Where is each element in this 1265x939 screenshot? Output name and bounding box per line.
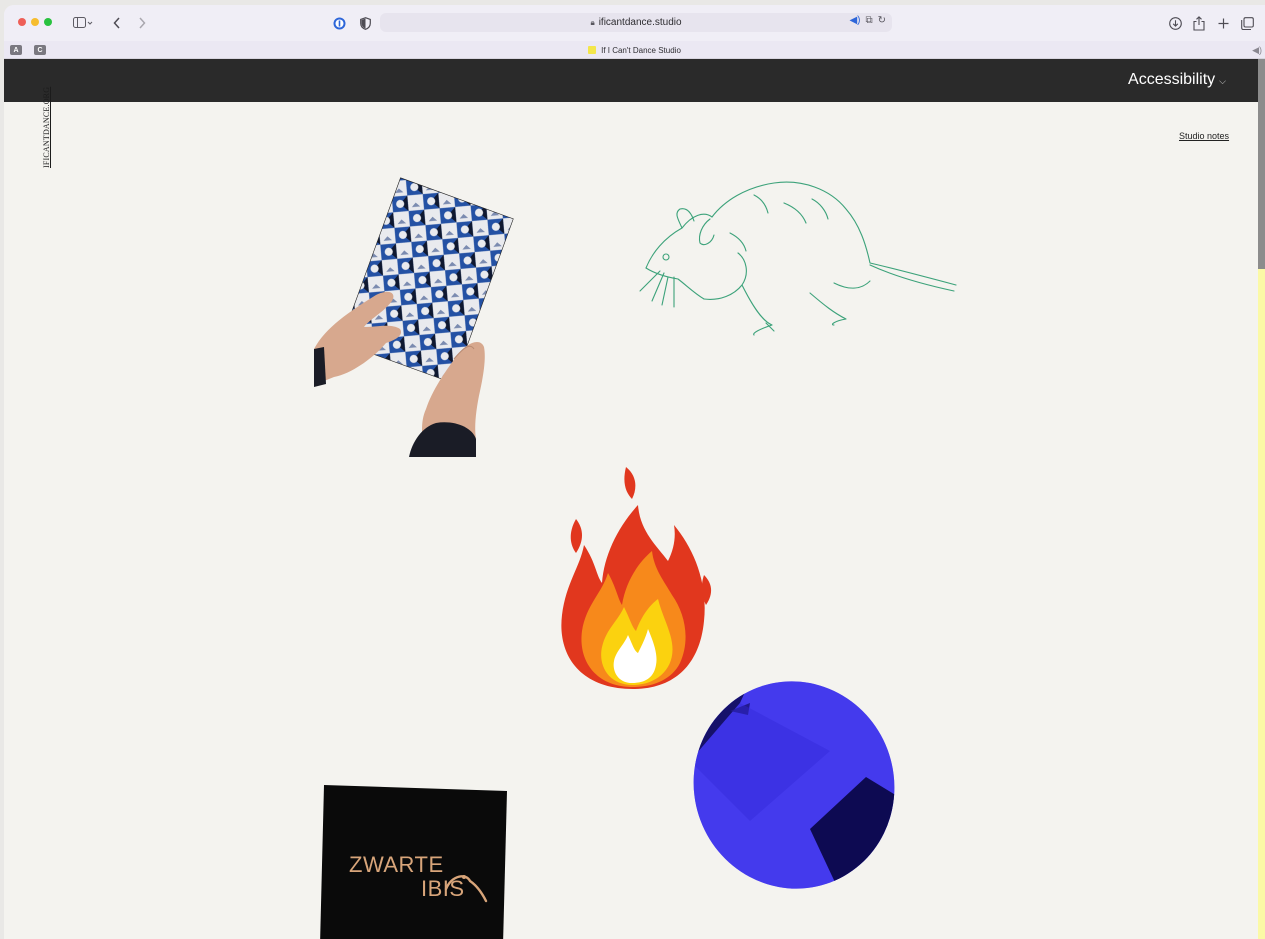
audio-icon[interactable]: ◀︎) <box>849 15 860 26</box>
rat-drawing-image[interactable] <box>634 173 964 338</box>
chevron-down-icon: ⌵ <box>1219 76 1226 86</box>
zoom-window-button[interactable] <box>44 18 52 26</box>
scrollbar-thumb[interactable] <box>1258 59 1265 269</box>
tab-active[interactable]: If I Can't Dance Studio <box>4 41 1265 59</box>
browser-window: 🔒︎ ificantdance.studio ◀︎) ⧉ ↻ A C If I … <box>4 5 1265 939</box>
blue-disc-image[interactable] <box>690 681 902 893</box>
plus-icon[interactable] <box>1215 13 1231 33</box>
sidebar-icon[interactable] <box>70 13 96 33</box>
speaker-icon[interactable]: ◀︎) <box>1252 45 1262 56</box>
tabs-overview-icon[interactable] <box>1239 13 1255 33</box>
close-window-button[interactable] <box>18 18 26 26</box>
logo-line-2: IBIS <box>421 876 465 901</box>
site-header: Accessibility ⌵ <box>4 59 1258 102</box>
minimize-window-button[interactable] <box>31 18 39 26</box>
accessibility-label: Accessibility <box>1128 71 1216 88</box>
share-icon[interactable] <box>1191 13 1207 33</box>
lock-icon: 🔒︎ <box>590 17 595 27</box>
reload-icon[interactable]: ↻ <box>878 15 886 26</box>
site-link-vertical[interactable]: IFICANTDANCE.ORG <box>42 87 51 168</box>
fire-image[interactable] <box>552 465 714 691</box>
logo-line-1: ZWARTE <box>349 852 444 877</box>
forward-icon[interactable] <box>135 13 149 33</box>
accessibility-menu[interactable]: Accessibility ⌵ <box>1128 71 1226 89</box>
shield-icon[interactable] <box>357 13 373 33</box>
book-in-hands-image[interactable] <box>304 177 524 457</box>
download-icon[interactable] <box>1167 13 1183 33</box>
back-icon[interactable] <box>110 13 124 33</box>
address-bar[interactable]: 🔒︎ ificantdance.studio ◀︎) ⧉ ↻ <box>380 13 892 32</box>
studio-notes-link[interactable]: Studio notes <box>1179 131 1229 141</box>
password-icon[interactable] <box>331 13 347 33</box>
browser-toolbar: 🔒︎ ificantdance.studio ◀︎) ⧉ ↻ <box>4 5 1265 41</box>
translate-icon[interactable]: ⧉ <box>865 15 872 26</box>
address-bar-url: ificantdance.studio <box>598 17 682 28</box>
favicon-icon <box>588 46 597 54</box>
tab-title: If I Can't Dance Studio <box>601 45 681 55</box>
